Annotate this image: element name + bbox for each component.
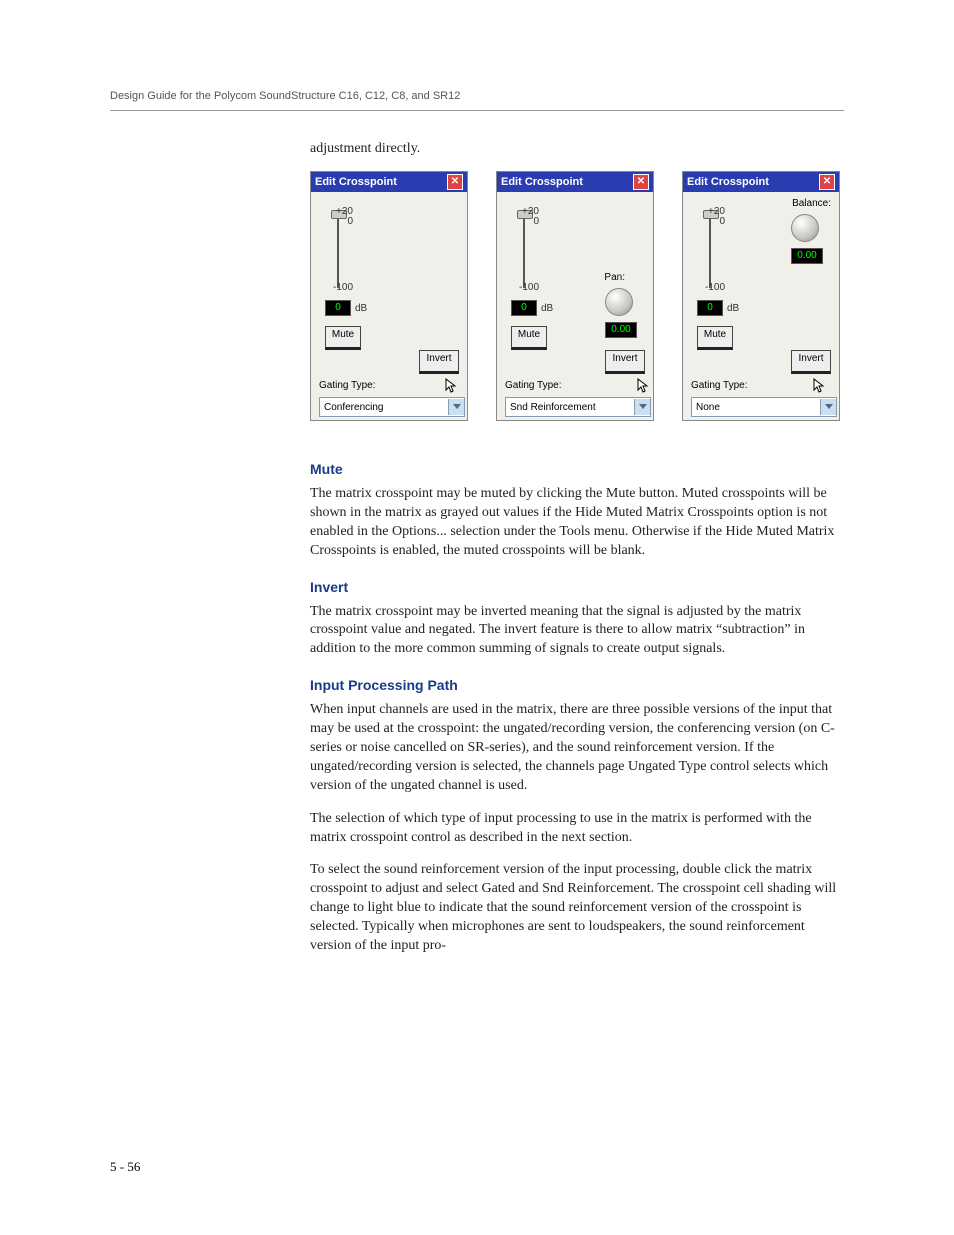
scale-zero: 0 (347, 216, 353, 227)
cursor-icon (637, 378, 649, 394)
invert-button[interactable]: Invert (791, 350, 831, 374)
gating-type-select[interactable]: Snd Reinforcement (505, 397, 651, 417)
edit-crosspoint-panel-3: Edit Crosspoint ✕ +20 0 -100 0 dB (682, 171, 840, 421)
cursor-icon (445, 378, 457, 394)
invert-button[interactable]: Invert (605, 350, 645, 374)
db-unit: dB (541, 303, 553, 314)
invert-body: The matrix crosspoint may be inverted me… (310, 603, 840, 660)
pan-readout: 0.00 (605, 322, 637, 338)
screenshots-row: Edit Crosspoint ✕ +20 0 -100 0 dB (310, 171, 840, 421)
mute-button[interactable]: Mute (325, 326, 361, 350)
chevron-down-icon[interactable] (820, 399, 836, 415)
gating-value: Conferencing (324, 402, 383, 413)
panel-title: Edit Crosspoint (315, 176, 397, 188)
balance-readout: 0.00 (791, 248, 823, 264)
gating-type-label: Gating Type: (319, 380, 376, 391)
page-header: Design Guide for the Polycom SoundStruct… (110, 90, 844, 102)
db-unit: dB (355, 303, 367, 314)
edit-crosspoint-panel-2: Edit Crosspoint ✕ +20 0 -100 0 dB (496, 171, 654, 421)
ipp-p1: When input channels are used in the matr… (310, 701, 840, 795)
scale-zero: 0 (533, 216, 539, 227)
gating-type-label: Gating Type: (505, 380, 562, 391)
intro-text: adjustment directly. (310, 141, 840, 157)
gating-type-select[interactable]: None (691, 397, 837, 417)
page-number: 5 - 56 (110, 1159, 140, 1175)
gating-value: None (696, 402, 720, 413)
invert-heading: Invert (310, 579, 840, 595)
edit-crosspoint-panel-1: Edit Crosspoint ✕ +20 0 -100 0 dB (310, 171, 468, 421)
db-value[interactable]: 0 (511, 300, 537, 316)
balance-label: Balance: (792, 198, 831, 209)
db-unit: dB (727, 303, 739, 314)
gating-type-select[interactable]: Conferencing (319, 397, 465, 417)
ipp-p3: To select the sound reinforcement versio… (310, 861, 840, 955)
db-value[interactable]: 0 (697, 300, 723, 316)
panel-title: Edit Crosspoint (501, 176, 583, 188)
scale-bottom: -100 (705, 282, 725, 293)
chevron-down-icon[interactable] (634, 399, 650, 415)
invert-button[interactable]: Invert (419, 350, 459, 374)
db-value[interactable]: 0 (325, 300, 351, 316)
mute-heading: Mute (310, 461, 840, 477)
gating-type-label: Gating Type: (691, 380, 748, 391)
close-icon[interactable]: ✕ (819, 174, 835, 190)
scale-bottom: -100 (333, 282, 353, 293)
pan-knob[interactable] (605, 288, 633, 316)
ipp-p2: The selection of which type of input pro… (310, 810, 840, 848)
pan-label: Pan: (604, 272, 625, 283)
mute-button[interactable]: Mute (511, 326, 547, 350)
scale-zero: 0 (719, 216, 725, 227)
gating-value: Snd Reinforcement (510, 402, 596, 413)
mute-button[interactable]: Mute (697, 326, 733, 350)
cursor-icon (813, 378, 825, 394)
chevron-down-icon[interactable] (448, 399, 464, 415)
mute-body: The matrix crosspoint may be muted by cl… (310, 485, 840, 561)
scale-bottom: -100 (519, 282, 539, 293)
balance-knob[interactable] (791, 214, 819, 242)
panel-title: Edit Crosspoint (687, 176, 769, 188)
input-processing-heading: Input Processing Path (310, 677, 840, 693)
header-divider (110, 110, 844, 111)
close-icon[interactable]: ✕ (633, 174, 649, 190)
close-icon[interactable]: ✕ (447, 174, 463, 190)
